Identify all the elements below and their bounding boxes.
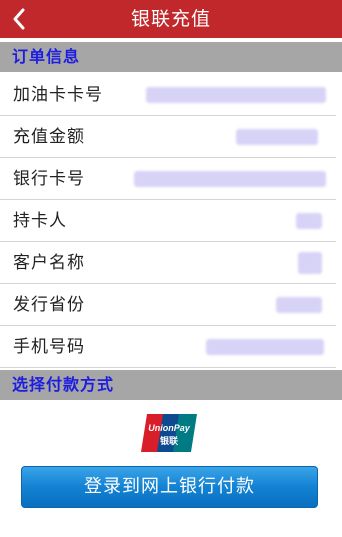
cardholder-value <box>296 213 322 229</box>
fuel-card-number-label: 加油卡卡号 <box>13 85 103 105</box>
row-issuing-province: 发行省份 <box>0 284 336 326</box>
row-mobile-number: 手机号码 <box>0 326 336 368</box>
unionpay-logo-graphic: UnionPay 银联 <box>141 414 197 452</box>
customer-name-value <box>298 252 322 274</box>
row-fuel-card-number: 加油卡卡号 <box>0 74 336 116</box>
unionpay-logo[interactable]: UnionPay 银联 <box>139 412 199 454</box>
row-customer-name: 客户名称 <box>0 242 336 284</box>
row-cardholder: 持卡人 <box>0 200 336 242</box>
bank-card-number-value <box>134 171 326 187</box>
online-banking-pay-button[interactable]: 登录到网上银行付款 <box>21 466 318 508</box>
row-recharge-amount: 充值金额 <box>0 116 336 158</box>
issuing-province-label: 发行省份 <box>13 295 85 315</box>
unionpay-logo-cn-text: 银联 <box>160 435 179 447</box>
order-info-header: 订单信息 <box>0 42 342 72</box>
cardholder-label: 持卡人 <box>13 211 67 231</box>
payment-method-header: 选择付款方式 <box>0 370 342 400</box>
fuel-card-number-value <box>146 87 326 103</box>
nav-bar: 银联充值 <box>0 0 342 38</box>
customer-name-label: 客户名称 <box>13 253 85 273</box>
recharge-amount-value <box>236 129 318 145</box>
row-bank-card-number: 银行卡号 <box>0 158 336 200</box>
unionpay-logo-text: UnionPay <box>148 423 191 433</box>
mobile-number-label: 手机号码 <box>13 337 85 357</box>
page-title: 银联充值 <box>130 8 211 30</box>
issuing-province-value <box>276 297 322 313</box>
bank-card-number-label: 银行卡号 <box>13 169 85 189</box>
mobile-number-value <box>206 339 324 355</box>
recharge-amount-label: 充值金额 <box>13 127 85 147</box>
